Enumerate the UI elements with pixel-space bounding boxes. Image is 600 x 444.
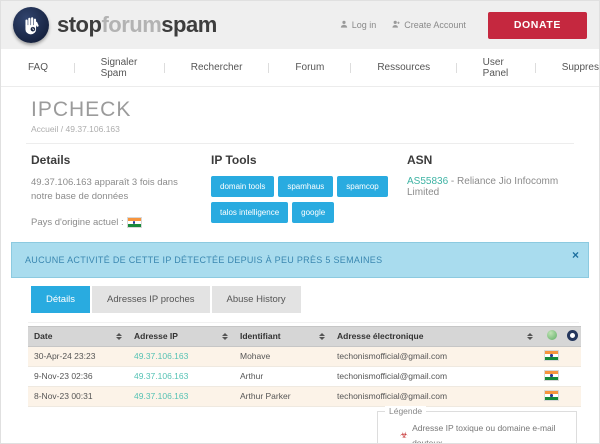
cell-email: techonismofficial@gmail.com — [331, 366, 539, 386]
page: stopforumspam Log in Create Account DONA… — [0, 0, 600, 444]
summary-columns: Details 49.37.106.163 apparaît 3 fois da… — [1, 144, 599, 232]
google-button[interactable]: google — [292, 202, 334, 223]
hand-logo-icon — [13, 7, 49, 43]
donate-button[interactable]: DONATE — [488, 12, 587, 39]
tab-details[interactable]: Détails — [31, 286, 90, 313]
top-header: stopforumspam Log in Create Account DONA… — [1, 1, 599, 49]
create-account-icon — [392, 20, 400, 30]
table-row: 8-Nov-23 00:31 49.37.106.163 Arthur Park… — [28, 386, 581, 406]
cell-email: techonismofficial@gmail.com — [331, 346, 539, 366]
spamhaus-button[interactable]: spamhaus — [278, 176, 333, 197]
cell-date: 8-Nov-23 00:31 — [28, 386, 128, 406]
country-column-globe-icon — [547, 330, 557, 340]
sort-icon[interactable] — [116, 333, 122, 340]
cell-tor — [564, 366, 581, 386]
nav-item-signaler-spam[interactable]: Signaler Spam — [61, 57, 151, 79]
legend-title: Légende — [385, 406, 426, 416]
cell-email: techonismofficial@gmail.com — [331, 386, 539, 406]
top-actions: Log in Create Account DONATE — [340, 12, 587, 39]
nav-item-forum[interactable]: Forum — [255, 62, 337, 73]
login-icon — [340, 20, 348, 30]
login-link[interactable]: Log in — [340, 20, 377, 30]
main-nav: FAQ Signaler Spam Rechercher Forum Resso… — [1, 49, 599, 87]
header-adresse-electronique[interactable]: Adresse électronique — [337, 331, 423, 341]
india-flag-icon — [128, 218, 141, 227]
title-block: IPCHECK Accueil / 49.37.106.163 — [1, 87, 599, 134]
cell-date: 9-Nov-23 02:36 — [28, 366, 128, 386]
tab-bar: Détails Adresses IP proches Abuse Histor… — [31, 286, 599, 313]
breadcrumb-separator: / — [61, 124, 63, 134]
site-name: stopforumspam — [57, 12, 217, 38]
breadcrumb-current: 49.37.106.163 — [66, 124, 120, 134]
header-adresse-ip[interactable]: Adresse IP — [134, 331, 178, 341]
asn-heading: ASN — [407, 153, 569, 167]
header-identifiant[interactable]: Identifiant — [240, 331, 281, 341]
alert-message: AUCUNE ACTIVITÉ DE CETTE IP DÉTECTÉE DEP… — [25, 255, 382, 265]
asn-link[interactable]: AS55836 — [407, 176, 448, 187]
asn-section: ASN AS55836 - Reliance Jio Infocomm Limi… — [407, 153, 569, 230]
talos-intelligence-button[interactable]: talos intelligence — [211, 202, 288, 223]
header-date[interactable]: Date — [34, 331, 52, 341]
nav-item-rechercher[interactable]: Rechercher — [151, 62, 256, 73]
sort-icon[interactable] — [222, 333, 228, 340]
cell-ip-link[interactable]: 49.37.106.163 — [134, 351, 188, 361]
breadcrumb-home-link[interactable]: Accueil — [31, 124, 58, 134]
create-account-label: Create Account — [404, 20, 466, 30]
details-section: Details 49.37.106.163 apparaît 3 fois da… — [31, 153, 211, 230]
india-flag-icon — [545, 371, 558, 380]
cell-username: Arthur — [234, 366, 331, 386]
cell-date: 30-Apr-24 23:23 — [28, 346, 128, 366]
cell-username: Arthur Parker — [234, 386, 331, 406]
sort-icon[interactable] — [527, 333, 533, 340]
cell-country — [539, 346, 564, 366]
legend-item-toxic: ☣ Adresse IP toxique ou domaine e-mail d… — [386, 421, 568, 444]
origin-label: Pays d'origine actuel : — [31, 216, 124, 230]
legend-item-text: Adresse IP toxique ou domaine e-mail dou… — [412, 421, 568, 444]
login-label: Log in — [352, 20, 377, 30]
cell-tor — [564, 386, 581, 406]
ip-tools-buttons: domain toolsspamhausspamcop talos intelli… — [211, 176, 396, 228]
breadcrumb: Accueil / 49.37.106.163 — [31, 124, 569, 134]
nav-item-faq[interactable]: FAQ — [15, 62, 61, 73]
sort-icon[interactable] — [319, 333, 325, 340]
tab-abuse-history[interactable]: Abuse History — [212, 286, 301, 313]
cell-ip-link[interactable]: 49.37.106.163 — [134, 391, 188, 401]
table-row: 30-Apr-24 23:23 49.37.106.163 Mohave tec… — [28, 346, 581, 366]
alert-close-icon[interactable]: × — [572, 249, 579, 261]
activity-alert: AUCUNE ACTIVITÉ DE CETTE IP DÉTECTÉE DEP… — [11, 242, 589, 278]
cell-country — [539, 386, 564, 406]
nav-list: FAQ Signaler Spam Rechercher Forum Resso… — [15, 57, 600, 79]
tab-adresses-ip-proches[interactable]: Adresses IP proches — [92, 286, 209, 313]
table-header-row: Date Adresse IP Identifiant Adresse élec… — [28, 326, 581, 346]
site-logo[interactable]: stopforumspam — [13, 7, 217, 43]
domain-tools-button[interactable]: domain tools — [211, 176, 274, 197]
details-heading: Details — [31, 153, 211, 167]
evidence-table-wrap: Date Adresse IP Identifiant Adresse élec… — [28, 322, 579, 407]
table-row: 9-Nov-23 02:36 49.37.106.163 Arthur tech… — [28, 366, 581, 386]
ip-tools-section: IP Tools domain toolsspamhausspamcop talo… — [211, 153, 407, 230]
evidence-table: Date Adresse IP Identifiant Adresse élec… — [28, 326, 581, 407]
biohazard-icon: ☣ — [400, 428, 408, 444]
cell-country — [539, 366, 564, 386]
cell-username: Mohave — [234, 346, 331, 366]
origin-line: Pays d'origine actuel : — [31, 216, 211, 230]
legend: Légende ☣ Adresse IP toxique ou domaine … — [377, 411, 577, 444]
occurrence-text: 49.37.106.163 apparaît 3 fois dans notre… — [31, 176, 191, 205]
cell-tor — [564, 346, 581, 366]
nav-item-ressources[interactable]: Ressources — [337, 62, 443, 73]
nav-item-user-panel[interactable]: User Panel — [443, 57, 522, 79]
asn-line: AS55836 - Reliance Jio Infocomm Limited — [407, 176, 569, 198]
create-account-link[interactable]: Create Account — [392, 20, 466, 30]
india-flag-icon — [545, 351, 558, 360]
spamcop-button[interactable]: spamcop — [337, 176, 387, 197]
page-title: IPCHECK — [31, 98, 569, 121]
cell-ip-link[interactable]: 49.37.106.163 — [134, 371, 188, 381]
nav-item-suppression[interactable]: Suppression — [522, 62, 600, 73]
india-flag-icon — [545, 391, 558, 400]
tor-column-onion-icon — [567, 330, 578, 341]
ip-tools-heading: IP Tools — [211, 153, 407, 167]
